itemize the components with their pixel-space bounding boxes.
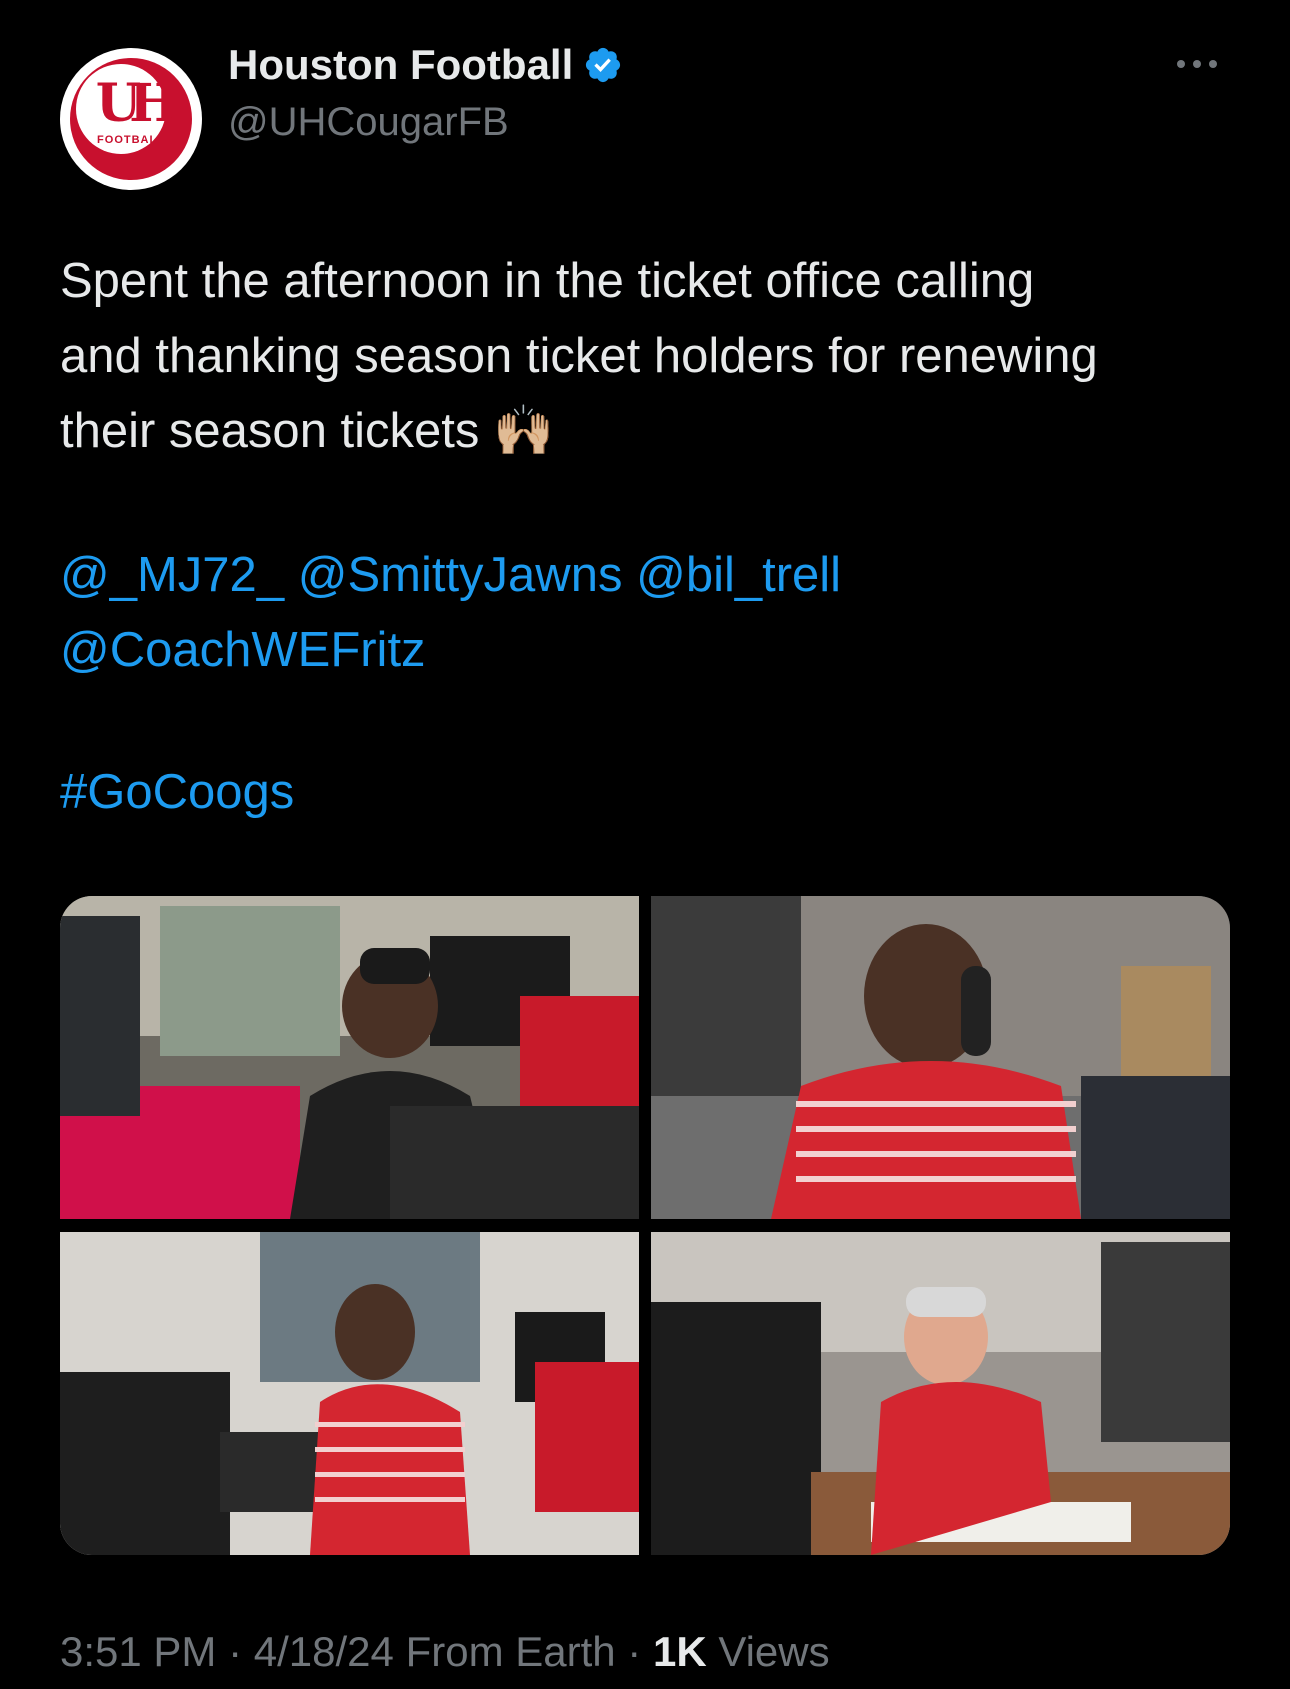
media-grid <box>60 896 1230 1555</box>
mention-link[interactable]: @_MJ72_ <box>60 548 284 602</box>
verified-badge-icon <box>586 47 621 83</box>
photo-2[interactable] <box>651 896 1230 1219</box>
avatar-sub-text: FOOTBALL <box>97 134 165 146</box>
handle[interactable]: @UHCougarFB <box>228 100 509 145</box>
author-name-row[interactable]: Houston Football <box>228 40 623 90</box>
tweet-meta: 3:51 PM · 4/18/24 From Earth · 1K Views <box>60 1628 830 1676</box>
separator: · <box>228 1628 243 1675</box>
mentions: @_MJ72_ @SmittyJawns @bil_trell @CoachWE… <box>60 538 1240 688</box>
photo-3[interactable] <box>60 1232 639 1555</box>
tweet-text: Spent the afternoon in the ticket office… <box>60 244 1240 469</box>
tweet-time[interactable]: 3:51 PM <box>60 1628 216 1675</box>
tweet-text-line: Spent the afternoon in the ticket office… <box>60 254 1035 308</box>
photo-4[interactable] <box>651 1232 1230 1555</box>
mention-link[interactable]: @SmittyJawns <box>298 548 623 602</box>
views-label: Views <box>718 1628 830 1675</box>
tweet-source: From Earth <box>405 1628 616 1675</box>
uh-logo: UH <box>95 73 178 134</box>
display-name[interactable]: Houston Football <box>228 41 573 89</box>
tweet-text-line: their season tickets 🙌🏼 <box>60 404 555 458</box>
hashtag-link[interactable]: #GoCoogs <box>60 755 294 830</box>
avatar[interactable]: UH FOOTBALL <box>60 48 202 190</box>
more-options-icon[interactable] <box>1173 50 1225 78</box>
views-count: 1K <box>652 1628 707 1675</box>
tweet-date[interactable]: 4/18/24 <box>254 1628 394 1675</box>
mention-link[interactable]: @CoachWEFritz <box>60 623 426 677</box>
photo-1[interactable] <box>60 896 639 1219</box>
tweet-text-line: and thanking season ticket holders for r… <box>60 329 1098 383</box>
mention-link[interactable]: @bil_trell <box>636 548 841 602</box>
separator: · <box>627 1628 642 1675</box>
